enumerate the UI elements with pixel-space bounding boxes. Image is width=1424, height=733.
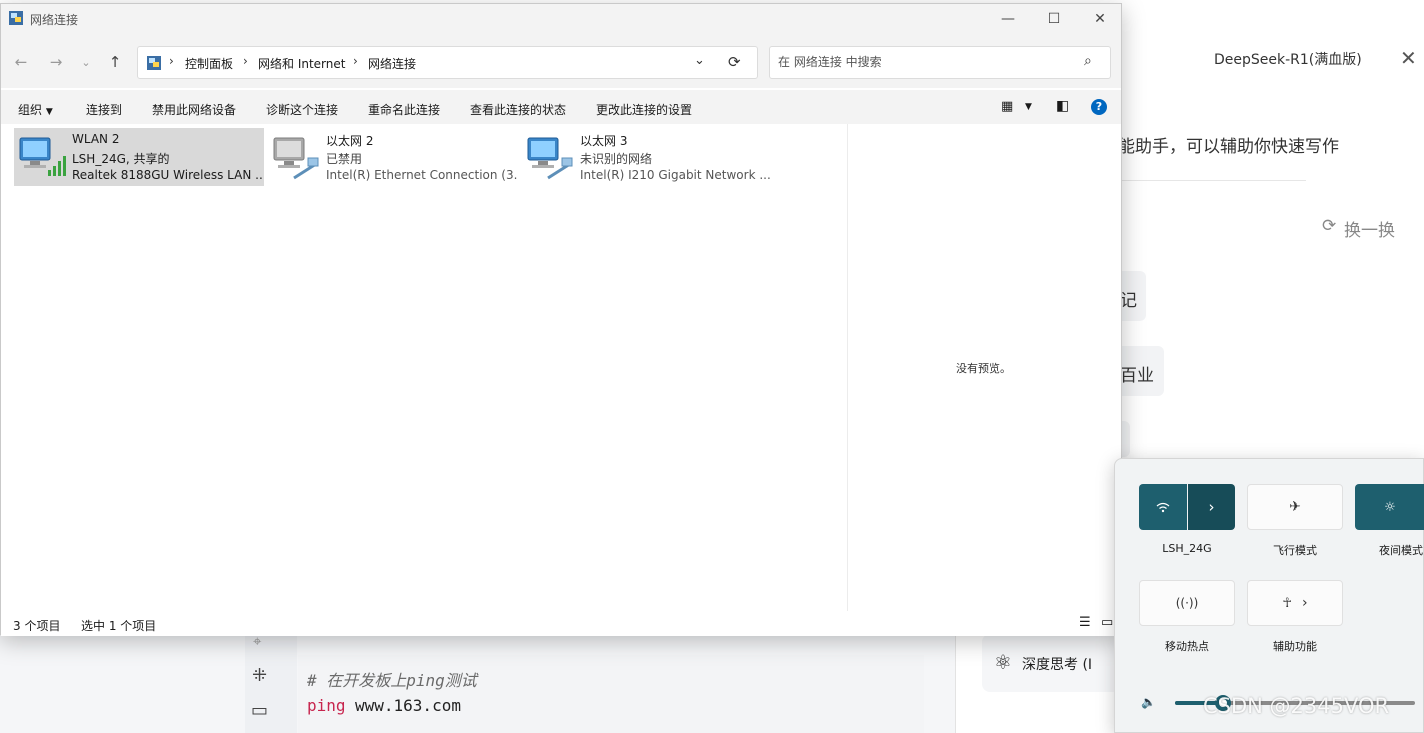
connection-item-ethernet3[interactable]: 以太网 3 未识别的网络 Intel(R) I210 Gigabit Netwo… bbox=[522, 128, 772, 186]
caret-down-icon: ▼ bbox=[45, 107, 53, 117]
code-block[interactable]: # 在开发板上ping测试 ping www.163.com bbox=[298, 655, 924, 733]
hotspot-icon: ((·)) bbox=[1175, 596, 1199, 610]
disable-device-button[interactable]: 禁用此网络设备 bbox=[152, 101, 236, 118]
ethernet-disabled-icon bbox=[273, 137, 319, 180]
watermark: CSDN @2345VOR bbox=[1203, 694, 1390, 718]
refresh-icon[interactable]: ⟳ bbox=[1322, 216, 1336, 236]
preview-pane-icon[interactable]: ◧ bbox=[1056, 98, 1069, 114]
wifi-expand-button[interactable]: › bbox=[1188, 484, 1235, 530]
connect-to-button[interactable]: 连接到 bbox=[86, 101, 122, 118]
model-label[interactable]: DeepSeek-R1(满血版) bbox=[1214, 49, 1362, 69]
window-title: 网络连接 bbox=[30, 13, 79, 27]
address-bar[interactable]: › 控制面板 › 网络和 Internet › 网络连接 ⌄ ⟳ bbox=[137, 46, 758, 79]
close-icon[interactable]: ✕ bbox=[1400, 46, 1417, 70]
breadcrumb-network-internet[interactable]: 网络和 Internet bbox=[258, 55, 345, 72]
chevron-right-icon[interactable]: › bbox=[169, 54, 174, 68]
view-options-icon[interactable]: ▦ bbox=[1001, 99, 1013, 114]
tiles-view-icon[interactable]: ▭ bbox=[1101, 615, 1113, 630]
chevron-right-icon: › bbox=[1302, 595, 1308, 611]
connection-name: 以太网 3 bbox=[580, 134, 628, 148]
background-right-lower: ⚛ 深度思考 (I bbox=[955, 634, 1122, 733]
wireless-network-icon bbox=[19, 137, 66, 176]
mobile-hotspot-toggle[interactable]: ((·)) bbox=[1139, 580, 1235, 626]
night-light-icon: ☼ bbox=[1384, 499, 1396, 515]
search-input[interactable] bbox=[778, 55, 1068, 69]
selected-count: 选中 1 个项目 bbox=[81, 619, 157, 633]
preview-empty-text: 没有预览。 bbox=[956, 362, 1011, 375]
preview-pane: 没有预览。 bbox=[847, 124, 1121, 611]
connection-status: LSH_24G, 共享的 bbox=[72, 152, 170, 166]
move-icon[interactable]: ⁜ bbox=[252, 665, 267, 686]
search-box[interactable]: ⌕ bbox=[769, 46, 1111, 79]
search-icon[interactable]: ⌕ bbox=[1084, 53, 1092, 69]
airplane-icon: ✈ bbox=[1289, 499, 1301, 515]
maximize-button[interactable]: ☐ bbox=[1031, 4, 1077, 34]
details-view-icon[interactable]: ☰ bbox=[1079, 615, 1091, 630]
code-keyword: ping bbox=[307, 696, 346, 715]
ethernet-network-icon bbox=[527, 137, 573, 180]
chevron-right-icon: › bbox=[1208, 498, 1215, 516]
forward-button[interactable]: → bbox=[46, 52, 66, 72]
title-bar[interactable]: 网络连接 — ☐ ✕ bbox=[1, 4, 1121, 34]
up-button[interactable]: ↑ bbox=[105, 52, 125, 72]
code-comment: # 在开发板上ping测试 bbox=[307, 671, 477, 690]
wifi-icon bbox=[1156, 502, 1170, 513]
close-button[interactable]: ✕ bbox=[1077, 4, 1123, 34]
change-settings-button[interactable]: 更改此连接的设置 bbox=[596, 101, 692, 118]
night-light-label: 夜间模式 bbox=[1379, 544, 1423, 557]
view-status-button[interactable]: 查看此连接的状态 bbox=[470, 101, 566, 118]
accessibility-label: 辅助功能 bbox=[1273, 640, 1317, 653]
wifi-toggle[interactable] bbox=[1139, 484, 1187, 530]
rename-button[interactable]: 重命名此连接 bbox=[368, 101, 440, 118]
airplane-mode-label: 飞行模式 bbox=[1273, 544, 1317, 557]
breadcrumb-control-panel[interactable]: 控制面板 bbox=[185, 55, 233, 72]
accessibility-button[interactable]: ☥ › bbox=[1247, 580, 1343, 626]
night-light-toggle[interactable]: ☼ bbox=[1355, 484, 1424, 530]
connection-name: WLAN 2 bbox=[72, 132, 120, 146]
wifi-label: LSH_24G bbox=[1162, 542, 1212, 555]
diagnose-button[interactable]: 诊断这个连接 bbox=[266, 101, 338, 118]
connection-status: 未识别的网络 bbox=[580, 152, 653, 166]
back-button[interactable]: ← bbox=[11, 52, 31, 72]
connection-device: Intel(R) I210 Gigabit Network ... bbox=[580, 168, 771, 182]
chevron-down-icon[interactable]: ⌄ bbox=[694, 53, 705, 68]
editor-toolbar: ⌖ ⁜ ▭ bbox=[245, 632, 297, 733]
airplane-mode-toggle[interactable]: ✈ bbox=[1247, 484, 1343, 530]
organize-button[interactable]: 组织 ▼ bbox=[18, 101, 53, 118]
command-bar: 组织 ▼ 连接到 禁用此网络设备 诊断这个连接 重命名此连接 查看此连接的状态 … bbox=[1, 90, 1121, 124]
help-icon[interactable]: ? bbox=[1091, 99, 1107, 115]
connection-item-wlan2[interactable]: WLAN 2 LSH_24G, 共享的 Realtek 8188GU Wirel… bbox=[14, 128, 264, 186]
recent-locations-button[interactable]: ⌄ bbox=[76, 52, 96, 72]
connection-device: Realtek 8188GU Wireless LAN ... bbox=[72, 168, 264, 182]
network-folder-icon bbox=[147, 56, 161, 70]
connection-status: 已禁用 bbox=[326, 152, 363, 166]
refresh-button[interactable]: 换一换 bbox=[1344, 216, 1395, 241]
deep-think-button[interactable]: ⚛ 深度思考 (I bbox=[982, 634, 1122, 692]
address-row: ← → ⌄ ↑ › 控制面板 › 网络和 Internet › 网络连接 ⌄ ⟳… bbox=[1, 34, 1121, 88]
connection-name: 以太网 2 bbox=[326, 134, 374, 148]
status-bar: 3 个项目 选中 1 个项目 ☰ ▭ bbox=[1, 612, 1121, 636]
connection-device: Intel(R) Ethernet Connection (3... bbox=[326, 168, 518, 182]
network-folder-icon bbox=[9, 11, 23, 25]
quick-settings-panel[interactable]: › LSH_24G ✈ 飞行模式 ☼ 夜间模式 ((·)) 移动热点 ☥ › 辅… bbox=[1114, 458, 1424, 733]
deep-think-label: 深度思考 (I bbox=[1022, 657, 1093, 673]
caret-down-icon[interactable]: ▼ bbox=[1025, 102, 1032, 112]
intro-text: 能助手，可以辅助你快速写作 bbox=[1118, 137, 1339, 157]
item-count: 3 个项目 bbox=[13, 619, 61, 633]
speaker-icon[interactable]: 🔈 bbox=[1141, 695, 1156, 709]
divider bbox=[1110, 180, 1306, 181]
code-argument: www.163.com bbox=[355, 696, 461, 715]
refresh-icon[interactable]: ⟳ bbox=[728, 53, 741, 71]
accessibility-icon: ☥ bbox=[1282, 595, 1293, 611]
monitor-icon[interactable]: ▭ bbox=[251, 700, 268, 721]
atom-icon: ⚛ bbox=[994, 650, 1012, 674]
mobile-hotspot-label: 移动热点 bbox=[1165, 640, 1209, 653]
connections-list[interactable]: WLAN 2 LSH_24G, 共享的 Realtek 8188GU Wirel… bbox=[1, 124, 847, 611]
minimize-button[interactable]: — bbox=[985, 4, 1031, 34]
chevron-right-icon[interactable]: › bbox=[243, 54, 248, 68]
connection-item-ethernet2[interactable]: 以太网 2 已禁用 Intel(R) Ethernet Connection (… bbox=[268, 128, 518, 186]
breadcrumb-network-connections[interactable]: 网络连接 bbox=[368, 55, 416, 72]
network-connections-window[interactable]: 网络连接 — ☐ ✕ ← → ⌄ ↑ › 控制面板 › 网络和 Internet… bbox=[0, 3, 1122, 636]
chevron-right-icon[interactable]: › bbox=[353, 54, 358, 68]
